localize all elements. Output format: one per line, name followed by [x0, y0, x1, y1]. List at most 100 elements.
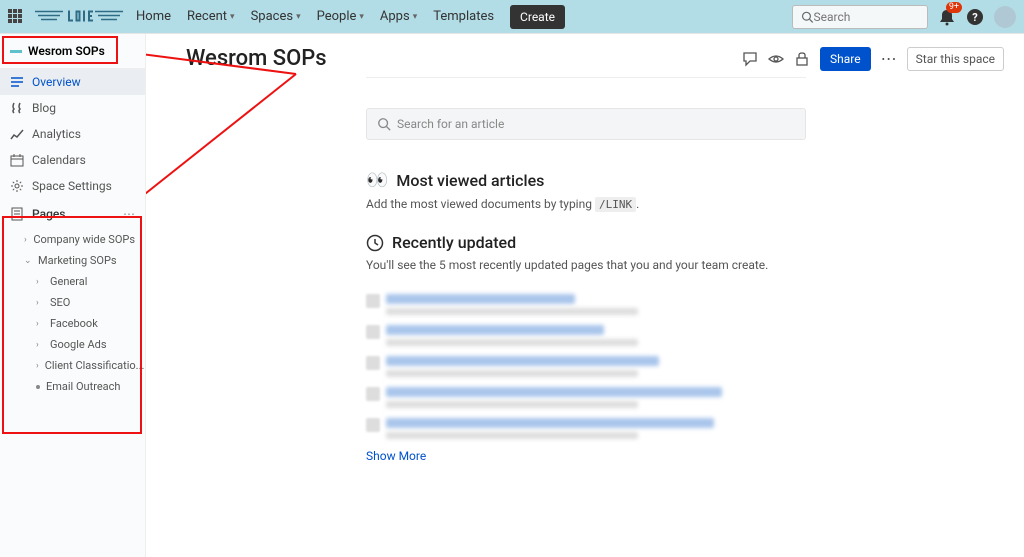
help-icon[interactable]: ? [966, 8, 984, 26]
sidebar: Wesrom SOPs Overview Blog Analytics Calenda… [0, 34, 146, 557]
chevron-down-icon: ⌄ [24, 256, 32, 266]
pages-header[interactable]: Pages ⋯ [0, 199, 145, 229]
calendar-icon [10, 153, 24, 167]
global-search-input[interactable] [814, 10, 919, 24]
recent-update-item[interactable] [366, 387, 806, 408]
sidebar-item-label: Blog [32, 101, 56, 115]
chevron-down-icon: ▾ [296, 12, 301, 22]
star-button[interactable]: Star this space [907, 47, 1004, 71]
watch-icon[interactable] [768, 51, 784, 67]
recently-updated-heading: Recently updated [392, 233, 516, 252]
most-viewed-desc: Add the most viewed documents by typing … [366, 197, 806, 211]
nav-item-apps[interactable]: Apps▾ [374, 5, 423, 28]
page-icon [366, 356, 380, 370]
nav-item-spaces[interactable]: Spaces▾ [245, 5, 307, 28]
share-button[interactable]: Share [820, 47, 871, 71]
pages-more-icon[interactable]: ⋯ [123, 207, 135, 221]
notifications-icon[interactable]: 9+ [938, 8, 956, 26]
sidebar-item-calendars[interactable]: Calendars [0, 147, 145, 173]
chevron-right-icon: › [36, 319, 44, 329]
page-icon [366, 418, 380, 432]
lock-icon[interactable] [794, 51, 810, 67]
sidebar-item-label: Analytics [32, 127, 81, 141]
gear-icon [10, 179, 24, 193]
clock-icon [366, 234, 384, 252]
recent-update-item[interactable] [366, 356, 806, 377]
sidebar-item-label: Calendars [32, 153, 86, 167]
update-meta-placeholder [386, 370, 638, 377]
sidebar-item-analytics[interactable]: Analytics [0, 121, 145, 147]
update-title-placeholder [386, 325, 604, 335]
recent-update-item[interactable] [366, 325, 806, 346]
sidebar-item-label: Space Settings [32, 179, 112, 193]
tree-item[interactable]: ›Facebook [0, 313, 145, 334]
chevron-right-icon: › [36, 361, 39, 371]
show-more-link[interactable]: Show More [366, 449, 806, 463]
tree-item[interactable]: ›Google Ads [0, 334, 145, 355]
update-title-placeholder [386, 356, 659, 366]
blog-icon [10, 101, 24, 115]
tree-item[interactable]: Email Outreach [0, 376, 145, 397]
sidebar-item-blog[interactable]: Blog [0, 95, 145, 121]
avatar[interactable] [994, 6, 1016, 28]
update-meta-placeholder [386, 308, 638, 315]
overview-icon [10, 75, 24, 89]
svg-text:?: ? [972, 11, 978, 24]
pages-label: Pages [32, 207, 65, 221]
sidebar-item-label: Overview [32, 75, 81, 89]
main-content: Wesrom SOPs Share ⋯ Star this space Sear… [146, 34, 1024, 557]
nav-item-templates[interactable]: Templates [427, 5, 500, 28]
recent-update-item[interactable] [366, 418, 806, 439]
recent-update-item[interactable] [366, 294, 806, 315]
page-icon [10, 207, 24, 221]
page-icon [366, 325, 380, 339]
create-button[interactable]: Create [510, 5, 565, 29]
space-icon [10, 50, 22, 53]
tree-item[interactable]: ›General [0, 271, 145, 292]
search-icon [377, 117, 391, 131]
logo[interactable] [34, 8, 124, 26]
space-name: Wesrom SOPs [28, 44, 105, 58]
chevron-right-icon: › [36, 277, 44, 287]
recently-updated-desc: You'll see the 5 most recently updated p… [366, 258, 806, 272]
nav-item-recent[interactable]: Recent▾ [181, 5, 241, 28]
tree-item[interactable]: ›SEO [0, 292, 145, 313]
chevron-right-icon: › [36, 298, 44, 308]
update-title-placeholder [386, 294, 575, 304]
article-search-box[interactable]: Search for an article [366, 108, 806, 140]
sidebar-item-overview[interactable]: Overview [0, 69, 145, 95]
tree-item[interactable]: ›Client Classificatio... [0, 355, 145, 376]
divider [366, 77, 806, 78]
page-icon [366, 387, 380, 401]
eyes-icon: 👀 [366, 170, 388, 191]
page-title: Wesrom SOPs [186, 46, 327, 71]
update-meta-placeholder [386, 339, 638, 346]
sidebar-item-space-settings[interactable]: Space Settings [0, 173, 145, 199]
chevron-down-icon: ▾ [230, 12, 235, 22]
nav-item-people[interactable]: People▾ [311, 5, 370, 28]
space-header[interactable]: Wesrom SOPs [0, 34, 145, 69]
comment-icon[interactable] [742, 51, 758, 67]
notification-badge: 9+ [946, 2, 962, 13]
more-actions-icon[interactable]: ⋯ [881, 49, 897, 68]
tree-item[interactable]: ⌄Marketing SOPs [0, 250, 145, 271]
update-meta-placeholder [386, 432, 638, 439]
page-icon [366, 294, 380, 308]
search-icon [801, 10, 814, 24]
bullet-icon [36, 385, 40, 389]
update-title-placeholder [386, 418, 714, 428]
tree-item[interactable]: ›Company wide SOPs [0, 229, 145, 250]
chevron-right-icon: › [24, 235, 27, 245]
nav-item-home[interactable]: Home [130, 5, 177, 28]
analytics-icon [10, 127, 24, 141]
update-title-placeholder [386, 387, 722, 397]
top-bar: HomeRecent▾Spaces▾People▾Apps▾Templates … [0, 0, 1024, 34]
app-switcher-icon[interactable] [8, 9, 24, 25]
chevron-right-icon: › [36, 340, 44, 350]
update-meta-placeholder [386, 401, 638, 408]
global-search-box[interactable] [792, 5, 928, 29]
most-viewed-heading: Most viewed articles [396, 171, 544, 190]
article-search-placeholder: Search for an article [397, 117, 504, 131]
chevron-down-icon: ▾ [413, 12, 418, 22]
top-nav: HomeRecent▾Spaces▾People▾Apps▾Templates [130, 5, 500, 28]
